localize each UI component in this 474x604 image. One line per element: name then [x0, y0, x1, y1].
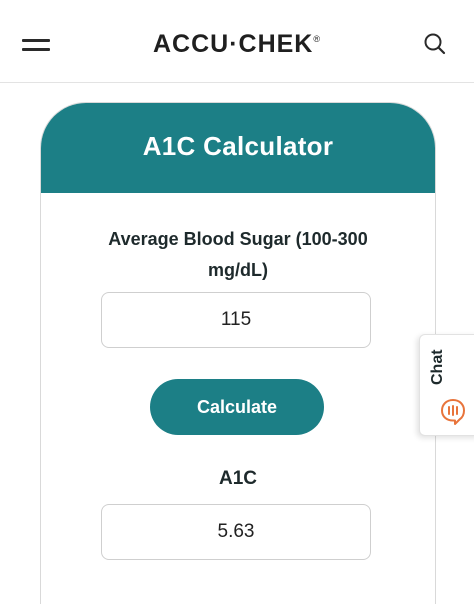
calculator-header: A1C Calculator: [41, 103, 435, 193]
registered-mark: ®: [313, 34, 322, 44]
chat-bubble-icon: [441, 399, 465, 425]
a1c-result-field: 5.63: [101, 504, 371, 560]
calculate-button[interactable]: Calculate: [150, 379, 324, 435]
a1c-calculator-card: A1C Calculator Average Blood Sugar (100-…: [40, 102, 436, 604]
brand-logo[interactable]: ACCU·CHEK®: [0, 30, 474, 59]
calculator-title: A1C Calculator: [142, 131, 334, 161]
average-blood-sugar-input[interactable]: [101, 292, 371, 348]
brand-logo-text: ACCU·CHEK: [152, 30, 314, 58]
chat-label: Chat: [429, 349, 446, 385]
site-header: ACCU·CHEK®: [0, 0, 474, 83]
page: ACCU·CHEK® A1C Calculator Average Blood …: [0, 0, 474, 604]
search-icon: [424, 33, 446, 55]
a1c-result-label: A1C: [218, 468, 257, 489]
search-button[interactable]: [423, 32, 447, 56]
chat-tab[interactable]: Chat: [419, 334, 474, 436]
average-blood-sugar-label: Average Blood Sugar (100-300 mg/dL): [108, 229, 368, 280]
